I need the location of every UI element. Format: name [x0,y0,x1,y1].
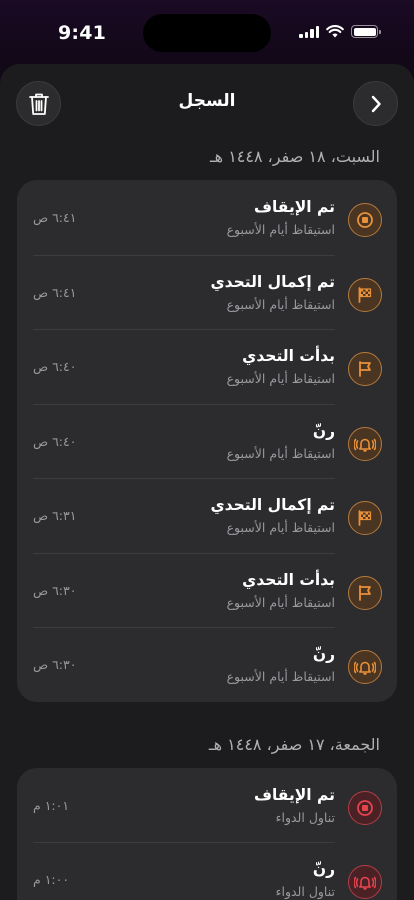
history-row[interactable]: بدأت التحدي استيقاظ أيام الأسبوع ٦:٣٠ ص [17,552,397,628]
row-time: ١:٠٠ م [33,872,70,887]
row-title: رنّ [312,421,335,440]
row-time: ٦:٤١ ص [33,284,77,300]
row-title: بدأت التحدي [242,347,335,365]
section-date-header: السبت، ١٨ صفر، ١٤٤٨ هـ [209,147,380,166]
cellular-signal-icon [299,25,319,38]
ringing-bell-icon [348,865,382,899]
status-bar: 9:41 [0,0,414,64]
history-row[interactable]: تم الإيقاف تناول الدواء ١:٠١ م [17,768,397,843]
row-subtitle: استيقاظ أيام الأسبوع [226,594,335,610]
row-subtitle: استيقاظ أيام الأسبوع [226,222,335,237]
row-time: ١:٠١ م [33,797,70,813]
checkered-flag-icon [348,501,382,535]
history-row[interactable]: رنّ استيقاظ أيام الأسبوع ٦:٣٠ ص [17,627,397,702]
chevron-right-icon [371,95,381,112]
row-subtitle: تناول الدواء [275,884,335,899]
ringing-bell-icon [348,426,382,461]
stop-icon [348,203,382,237]
nav-bar: السجل [0,64,414,144]
row-title: تم إكمال التحدي [210,272,335,291]
row-subtitle: تناول الدواء [275,809,335,825]
dynamic-island [143,14,271,52]
history-card: تم الإيقاف استيقاظ أيام الأسبوع ٦:٤١ ص تم إ… [17,180,397,702]
history-row[interactable]: رنّ استيقاظ أيام الأسبوع ٦:٤٠ ص [17,403,397,479]
flag-icon [348,352,382,386]
row-time: ٦:٣١ ص [33,508,77,523]
ringing-bell-icon [348,650,382,684]
section-date-header: الجمعة، ١٧ صفر، ١٤٤٨ هـ [208,734,380,754]
flag-icon [348,575,382,610]
row-time: ٦:٤١ ص [33,210,77,225]
row-subtitle: استيقاظ أيام الأسبوع [226,669,335,684]
history-card: تم الإيقاف تناول الدواء ١:٠١ م رنّ تناول الد… [17,767,397,900]
page-title: السجل [178,91,236,111]
forward-button[interactable] [353,81,398,126]
status-icons [299,25,381,38]
status-time: 9:41 [58,22,107,44]
history-row[interactable]: تم إكمال التحدي استيقاظ أيام الأسبوع ٦:٣١ … [17,478,397,553]
row-title: تم الإيقاف [253,785,335,804]
history-row[interactable]: رنّ تناول الدواء ١:٠٠ م [17,842,397,900]
row-title: تم إكمال التحدي [210,496,335,514]
row-time: ٦:٣٠ ص [33,657,77,672]
history-row[interactable]: تم الإيقاف استيقاظ أيام الأسبوع ٦:٤١ ص [17,180,397,255]
history-row[interactable]: بدأت التحدي استيقاظ أيام الأسبوع ٦:٤٠ ص [17,329,397,404]
row-subtitle: استيقاظ أيام الأسبوع [226,445,335,461]
row-subtitle: استيقاظ أيام الأسبوع [226,520,335,535]
stop-icon [348,790,382,825]
history-sheet: السجل السبت، ١٨ صفر، ١٤٤٨ هـ تم الإيقاف اس… [0,64,414,900]
history-row[interactable]: تم إكمال التحدي استيقاظ أيام الأسبوع ٦:٤١ … [17,254,397,330]
row-subtitle: استيقاظ أيام الأسبوع [226,296,335,312]
row-title: رنّ [312,645,335,663]
row-title: رنّ [312,860,335,878]
row-title: بدأت التحدي [242,570,335,589]
checkered-flag-icon [348,277,382,312]
wifi-icon [326,25,344,38]
battery-icon [351,25,381,38]
row-time: ٦:٣٠ ص [33,582,77,598]
row-title: تم الإيقاف [253,198,335,216]
row-subtitle: استيقاظ أيام الأسبوع [226,371,335,386]
row-time: ٦:٤٠ ص [33,433,77,449]
row-time: ٦:٤٠ ص [33,359,77,374]
